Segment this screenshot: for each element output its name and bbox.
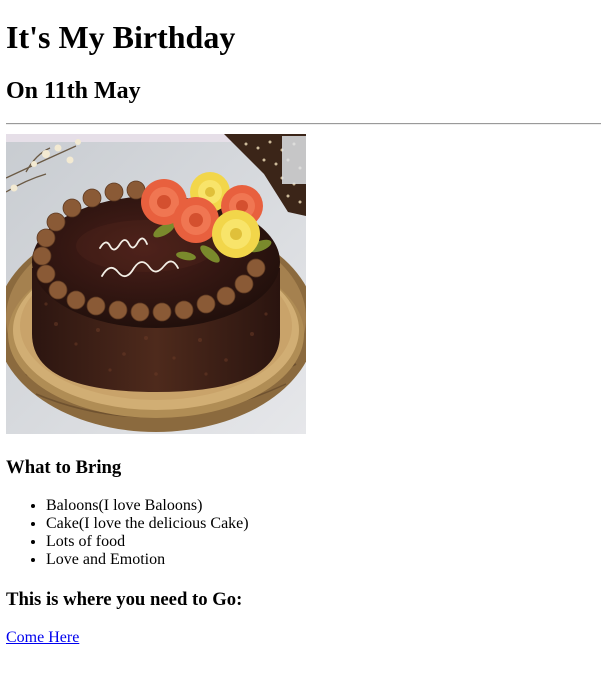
- come-here-link[interactable]: Come Here: [6, 629, 79, 647]
- list-item: Baloons(I love Baloons): [46, 497, 249, 515]
- list-item: Cake(I love the delicious Cake): [46, 515, 249, 533]
- divider: [6, 123, 601, 125]
- list-item: Lots of food: [46, 533, 249, 551]
- page: It's My Birthday On 11th May What to Bri…: [0, 0, 609, 676]
- page-title: It's My Birthday: [6, 19, 236, 55]
- where-heading: This is where you need to Go:: [6, 589, 243, 610]
- list-item: Love and Emotion: [46, 551, 249, 569]
- date-subtitle: On 11th May: [6, 78, 141, 104]
- bring-heading: What to Bring: [6, 457, 122, 478]
- birthday-cake-image: [6, 134, 306, 434]
- bring-list: Baloons(I love Baloons) Cake(I love the …: [0, 497, 249, 569]
